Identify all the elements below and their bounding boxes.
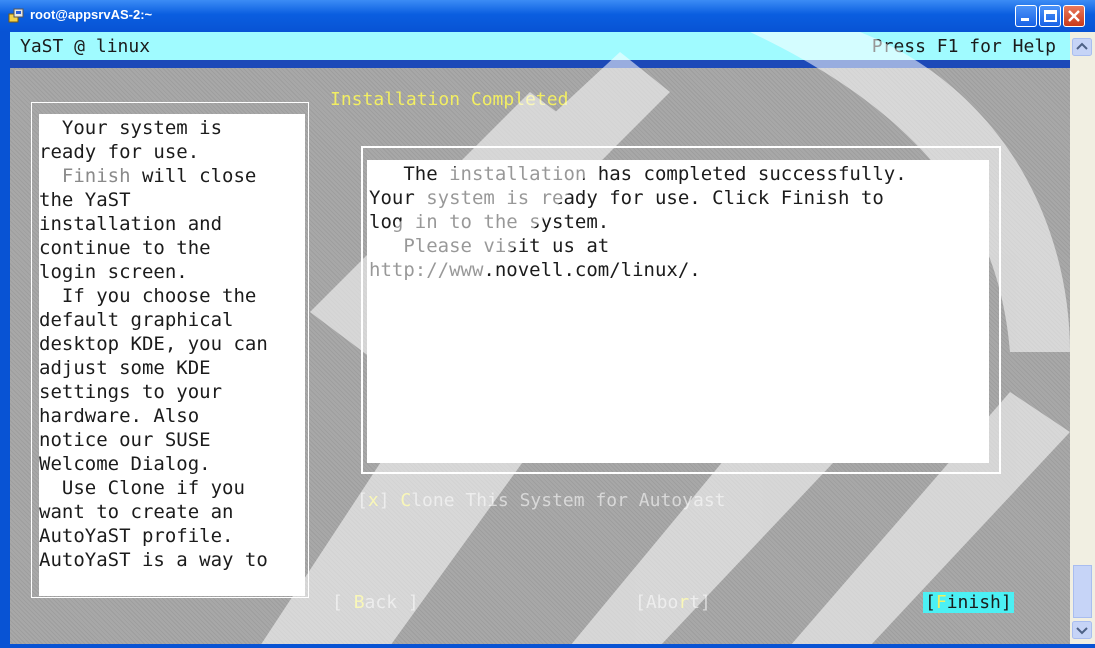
help-hint: Press F1 for Help <box>871 36 1056 57</box>
vertical-scrollbar[interactable] <box>1070 32 1095 644</box>
finish-button-hotkey: F <box>935 592 947 613</box>
checkbox-hotkey: C <box>400 490 412 511</box>
minimize-icon <box>1021 18 1029 21</box>
help-line: hardware. Also <box>39 405 200 427</box>
header-divider <box>10 60 1070 68</box>
window-border-bottom <box>0 644 1095 648</box>
message-line: http://www.novell.com/linux/. <box>369 259 701 281</box>
message-line: log in to the system. <box>369 211 610 233</box>
help-line: the YaST <box>39 189 131 211</box>
yast-header-bar: YaST @ linux Press F1 for Help <box>10 32 1070 60</box>
message-line: Please visit us at <box>369 235 610 257</box>
help-line: Finish will close <box>61 165 257 187</box>
help-highlight-word: Finish <box>61 165 131 187</box>
terminal-icon <box>8 8 24 23</box>
help-pane[interactable]: Your system is ready for use. Finish will… <box>39 114 305 596</box>
help-line: desktop KDE, you can <box>39 333 268 355</box>
yast-header-title: YaST @ linux <box>20 36 151 57</box>
window-border-left <box>0 32 10 648</box>
help-line: adjust some KDE <box>39 357 211 379</box>
scroll-thumb[interactable] <box>1073 565 1092 618</box>
message-line: Your system is ready for use. Click Fini… <box>369 187 884 209</box>
page-title: Installation Completed <box>330 89 569 110</box>
help-line: ready for use. <box>39 141 200 163</box>
maximize-icon <box>1044 10 1057 22</box>
help-line: login screen. <box>39 261 188 283</box>
close-icon <box>1068 10 1080 22</box>
back-button-post: ack ] <box>364 592 419 613</box>
help-line: AutoYaST is a way to <box>39 549 268 571</box>
finish-button[interactable]: [Finish] <box>923 592 1014 613</box>
terminal-area[interactable]: YaST @ linux Press F1 for Help Your syst… <box>10 32 1070 646</box>
close-button[interactable] <box>1063 5 1085 27</box>
help-line: Welcome Dialog. <box>39 453 211 475</box>
abort-button-post: t] <box>689 592 711 613</box>
message-box[interactable]: The installation has completed successfu… <box>367 160 989 463</box>
checkbox-mark: x <box>367 490 379 511</box>
help-line: If you choose the <box>39 285 257 307</box>
maximize-button[interactable] <box>1039 5 1061 27</box>
help-line: AutoYaST profile. <box>39 525 234 547</box>
checkbox-label: lone This System for Autoyast <box>411 490 726 511</box>
abort-button-pre: [Abo <box>635 592 679 613</box>
back-button-hotkey: B <box>353 592 365 613</box>
checkbox-close-bracket: ] <box>378 490 401 511</box>
finish-button-post: inish] <box>946 592 1012 613</box>
help-line: settings to your <box>39 381 223 403</box>
finish-button-pre: [ <box>925 592 936 613</box>
abort-button[interactable]: [Abort] <box>635 592 711 613</box>
help-line: default graphical <box>39 309 234 331</box>
window-title-bar[interactable]: root@appsrvAS-2:~ <box>0 0 1095 32</box>
help-line: want to create an <box>39 501 234 523</box>
help-line: Use Clone if you <box>39 477 245 499</box>
message-line: The installation has completed successfu… <box>369 163 907 185</box>
back-button-pre: [ <box>332 592 354 613</box>
help-line: notice our SUSE <box>39 429 211 451</box>
help-line: Your system is <box>39 117 223 139</box>
help-line: continue to the <box>39 237 211 259</box>
window-title: root@appsrvAS-2:~ <box>30 7 153 22</box>
checkbox-open-bracket: [ <box>357 490 368 511</box>
scroll-down-icon[interactable] <box>1072 621 1092 639</box>
help-line: installation and <box>39 213 223 235</box>
minimize-button[interactable] <box>1015 5 1037 27</box>
abort-button-hotkey: r <box>678 592 690 613</box>
clone-checkbox[interactable]: [x] Clone This System for Autoyast <box>357 490 726 511</box>
back-button[interactable]: [ Back ] <box>332 592 419 613</box>
scroll-up-icon[interactable] <box>1072 38 1092 56</box>
